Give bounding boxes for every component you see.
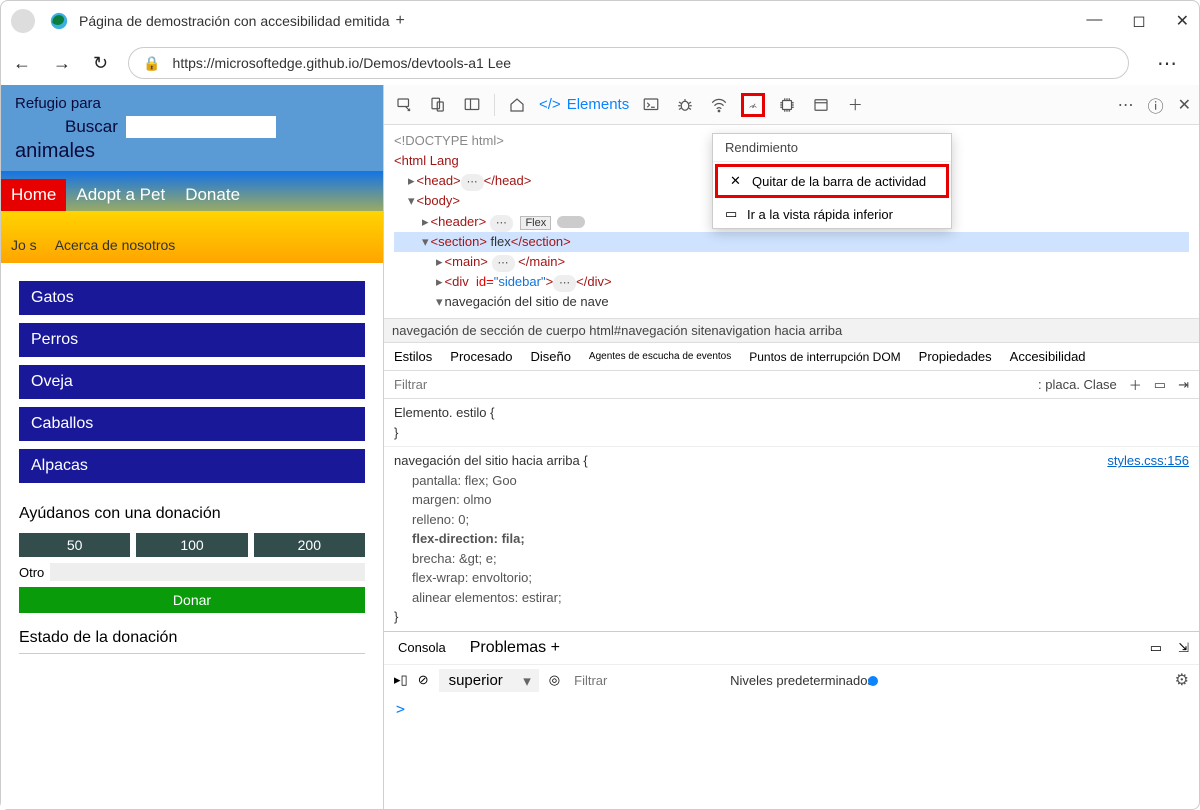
donate-other-input[interactable] <box>50 563 365 581</box>
context-menu: Rendimiento ✕ Quitar de la barra de acti… <box>712 133 952 229</box>
page-header: Refugio para Buscar animales <box>1 85 383 171</box>
list-item[interactable]: Alpacas <box>19 449 365 483</box>
ctx-header: Rendimiento <box>713 134 951 162</box>
back-button[interactable]: ← <box>13 53 31 74</box>
new-tab-button[interactable]: + <box>396 12 405 30</box>
console-drawer-tabs: Consola Problemas + ▭ ⇲ <box>384 631 1199 664</box>
status-title: Estado de la donación <box>19 629 365 654</box>
lock-icon: 🔒 <box>143 55 160 72</box>
minimize-button[interactable]: — <box>1086 11 1102 31</box>
donate-50[interactable]: 50 <box>19 533 130 557</box>
devtools-toolbar: </>Elements ＋ ⋯ ⓘ ✕ <box>384 85 1199 125</box>
clear-console-icon[interactable]: ⊘ <box>418 672 429 688</box>
tab-accesibilidad[interactable]: Accesibilidad <box>1010 349 1086 364</box>
placa-clase[interactable]: : placa. Clase <box>1038 377 1117 392</box>
tab-problems[interactable]: Problemas + <box>466 636 564 660</box>
console-filter-input[interactable] <box>570 669 720 692</box>
tab-agentes[interactable]: Agentes de escucha de eventos <box>589 351 731 362</box>
styles-tabs: Estilos Procesado Diseño Agentes de escu… <box>384 343 1199 371</box>
nav-adopt[interactable]: Adopt a Pet <box>66 179 175 211</box>
profile-avatar[interactable] <box>11 9 35 33</box>
sidebar-toggle-icon[interactable]: ▸▯ <box>394 672 408 688</box>
close-button[interactable]: ✕ <box>1176 11 1189 31</box>
nav-jos[interactable]: Jo s <box>11 215 37 253</box>
search-label: Buscar <box>65 117 118 137</box>
refresh-button[interactable]: ↻ <box>93 53 108 74</box>
donation-status: Estado de la donación <box>1 613 383 670</box>
console-icon[interactable] <box>639 93 663 117</box>
header-animales: animales <box>15 140 369 163</box>
donation-section: Ayúdanos con una donación 50 100 200 Otr… <box>1 491 383 613</box>
list-item[interactable]: Perros <box>19 323 365 357</box>
ctx-remove-from-activity-bar[interactable]: ✕ Quitar de la barra de actividad <box>715 164 949 198</box>
browser-menu-button[interactable]: ⋯ <box>1149 51 1187 76</box>
list-item[interactable]: Oveja <box>19 365 365 399</box>
tab-procesado[interactable]: Procesado <box>450 349 512 364</box>
new-style-rule-icon[interactable]: ＋ <box>1129 375 1142 394</box>
url-field[interactable]: 🔒 https://microsoftedge.github.io/Demos/… <box>128 47 1129 79</box>
donate-submit[interactable]: Donar <box>19 587 365 613</box>
context-selector[interactable]: superior <box>439 669 539 692</box>
expand-icon[interactable]: ⇥ <box>1178 377 1189 393</box>
stylesheet-link[interactable]: styles.css:156 <box>1107 451 1189 471</box>
help-icon[interactable]: ⓘ <box>1148 93 1164 117</box>
donate-100[interactable]: 100 <box>136 533 247 557</box>
styles-filter-input[interactable] <box>384 371 1028 398</box>
devtools-close-icon[interactable]: ✕ <box>1178 95 1191 115</box>
list-item[interactable]: Gatos <box>19 281 365 315</box>
tab-puntos[interactable]: Puntos de interrupción DOM <box>749 350 900 364</box>
element-style-block[interactable]: Elemento. estilo { } <box>384 399 1199 446</box>
tab-estilos[interactable]: Estilos <box>394 349 432 364</box>
secondary-nav: Jo s Acerca de nosotros <box>1 211 383 263</box>
inspect-icon[interactable] <box>392 93 416 117</box>
url-text: https://microsoftedge.github.io/Demos/de… <box>173 55 512 71</box>
welcome-icon[interactable] <box>505 93 529 117</box>
maximize-button[interactable]: ◻ <box>1132 11 1145 31</box>
tab-console[interactable]: Consola <box>394 637 450 658</box>
nav-about[interactable]: Acerca de nosotros <box>55 215 176 253</box>
devtools-panel: </>Elements ＋ ⋯ ⓘ ✕ Rendimiento ✕ Quitar… <box>383 85 1199 809</box>
styles-filter-row: : placa. Clase ＋ ▭ ⇥ <box>384 371 1199 399</box>
log-levels[interactable]: Niveles predeterminados <box>730 673 878 688</box>
panel-layout-icon[interactable] <box>460 93 484 117</box>
expand-drawer-icon[interactable]: ⇲ <box>1178 640 1189 656</box>
donation-title: Ayúdanos con una donación <box>19 505 365 523</box>
nav-donate[interactable]: Donate <box>175 179 250 211</box>
device-icon[interactable] <box>426 93 450 117</box>
donate-other-label: Otro <box>19 565 44 580</box>
header-refugio: Refugio para <box>15 95 101 112</box>
move-bottom-icon: ▭ <box>725 206 739 222</box>
live-expression-icon[interactable]: ◎ <box>549 672 560 688</box>
nav-home[interactable]: Home <box>1 179 66 211</box>
unpin-icon: ✕ <box>730 173 744 189</box>
performance-icon[interactable] <box>741 93 765 117</box>
ctx-goto-bottom-quickview[interactable]: ▭ Ir a la vista rápida inferior <box>713 200 951 228</box>
tab-propiedades[interactable]: Propiedades <box>919 349 992 364</box>
animal-list: Gatos Perros Oveja Caballos Alpacas <box>1 263 383 491</box>
device-panel-icon[interactable]: ▭ <box>1154 377 1166 393</box>
forward-button[interactable]: → <box>53 53 71 74</box>
devtools-more-icon[interactable]: ⋯ <box>1118 95 1134 115</box>
memory-icon[interactable] <box>775 93 799 117</box>
more-tabs-icon[interactable]: ＋ <box>843 93 867 117</box>
console-toolbar: ▸▯ ⊘ superior ◎ Niveles predeterminados … <box>384 664 1199 696</box>
console-settings-icon[interactable]: ⚙ <box>1175 670 1189 690</box>
network-icon[interactable] <box>707 93 731 117</box>
list-item[interactable]: Caballos <box>19 407 365 441</box>
console-prompt[interactable]: > <box>384 696 1199 722</box>
bug-icon[interactable] <box>673 93 697 117</box>
tab-title[interactable]: Página de demostración con accesibilidad… <box>79 13 390 29</box>
address-bar: ← → ↻ 🔒 https://microsoftedge.github.io/… <box>1 41 1199 85</box>
window-titlebar: Página de demostración con accesibilidad… <box>1 1 1199 41</box>
tab-diseno[interactable]: Diseño <box>530 349 570 364</box>
donate-200[interactable]: 200 <box>254 533 365 557</box>
rendered-page: Refugio para Buscar animales Home Adopt … <box>1 85 383 809</box>
css-rule-block[interactable]: styles.css:156 navegación del sitio haci… <box>384 446 1199 631</box>
tab-elements[interactable]: </>Elements <box>539 96 629 113</box>
breadcrumb[interactable]: navegación de sección de cuerpo html#nav… <box>384 318 1199 343</box>
application-icon[interactable] <box>809 93 833 117</box>
edge-icon <box>49 11 69 31</box>
search-input[interactable] <box>126 116 276 138</box>
dock-icon[interactable]: ▭ <box>1150 640 1162 656</box>
